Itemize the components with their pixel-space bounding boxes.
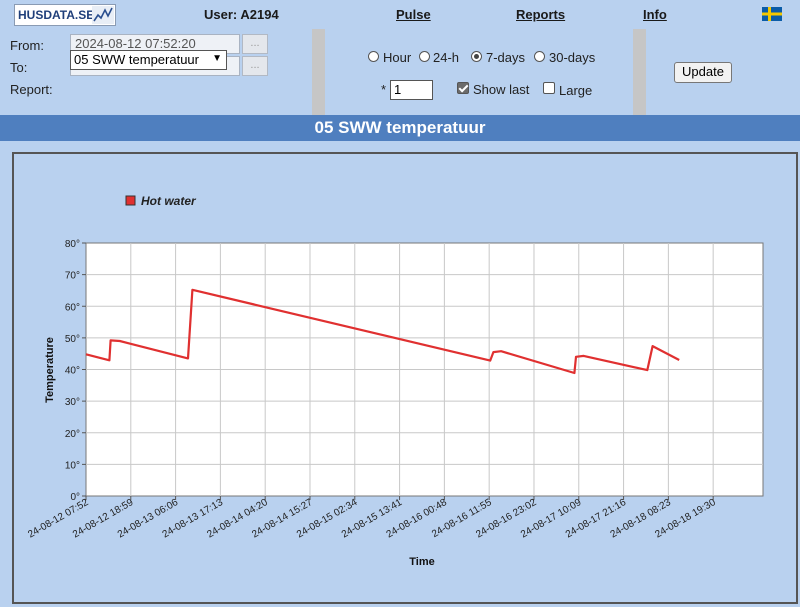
- temperature-chart: Hot water 0°10°20°30°40°50°60°70°80° 24-…: [26, 194, 764, 568]
- from-label: From:: [10, 38, 44, 53]
- husdata-logo[interactable]: HUSDATA.SE: [14, 4, 116, 26]
- report-select-value: 05 SWW temperatuur: [74, 52, 199, 67]
- show-last-checkbox[interactable]: [457, 82, 469, 94]
- update-button[interactable]: Update: [674, 62, 732, 83]
- separator: [312, 29, 325, 115]
- period-hour-radio[interactable]: [368, 51, 379, 62]
- multiplier-symbol: *: [381, 82, 387, 97]
- chart-legend: Hot water: [125, 194, 197, 208]
- y-tick-label: 80°: [65, 239, 80, 250]
- from-picker-button[interactable]: ...: [242, 34, 268, 54]
- report-select[interactable]: 05 SWW temperatuur ▼: [70, 50, 227, 70]
- report-label: Report:: [10, 82, 53, 97]
- period-controls: [325, 29, 633, 115]
- period-24h-radio[interactable]: [419, 51, 430, 62]
- date-controls: From: 2024-08-12 07:52:20 ... To: 2024-0…: [0, 29, 312, 115]
- nav-pulse-link[interactable]: Pulse: [396, 7, 431, 22]
- chevron-down-icon: ▼: [212, 53, 222, 64]
- period-30days-radio[interactable]: [534, 51, 545, 62]
- top-bar: HUSDATA.SE User: A2194 Pulse Reports Inf…: [0, 0, 800, 29]
- period-30days-label[interactable]: 30-days: [549, 50, 595, 65]
- period-7days-radio[interactable]: [471, 51, 482, 62]
- x-axis: 24-08-12 07:5224-08-12 18:5924-08-13 06:…: [26, 496, 718, 541]
- show-last-label[interactable]: Show last: [473, 82, 529, 97]
- logo-text: HUSDATA.SE: [18, 8, 95, 22]
- y-tick-label: 30°: [65, 397, 80, 408]
- period-7days-label[interactable]: 7-days: [486, 50, 525, 65]
- period-hour-label[interactable]: Hour: [383, 50, 411, 65]
- y-tick-label: 20°: [65, 429, 80, 440]
- legend-swatch: [125, 195, 136, 206]
- period-24h-label[interactable]: 24-h: [433, 50, 459, 65]
- swedish-flag-icon[interactable]: [762, 7, 782, 21]
- y-tick-label: 70°: [65, 271, 80, 282]
- show-last-count-input[interactable]: 1: [390, 80, 433, 100]
- y-tick-label: 40°: [65, 366, 80, 377]
- y-axis-label: Temperature: [44, 337, 56, 403]
- y-tick-label: 10°: [65, 460, 80, 471]
- x-axis-label: Time: [409, 556, 434, 568]
- y-tick-label: 50°: [65, 334, 80, 345]
- user-label: User: A2194: [204, 7, 279, 22]
- nav-reports-link[interactable]: Reports: [516, 7, 565, 22]
- large-label[interactable]: Large: [559, 83, 592, 98]
- nav-info-link[interactable]: Info: [643, 7, 667, 22]
- large-checkbox[interactable]: [543, 82, 555, 94]
- report-title: 05 SWW temperatuur: [0, 115, 800, 141]
- to-picker-button[interactable]: ...: [242, 56, 268, 76]
- y-tick-label: 60°: [65, 302, 80, 313]
- chart-panel: Hot water 0° 10° 20° 30° 40° 50° 60° 70° 80° 24-…: [12, 152, 798, 604]
- y-axis: 0°10°20°30°40°50°60°70°80°: [65, 239, 86, 503]
- separator: [633, 29, 646, 115]
- to-label: To:: [10, 60, 28, 75]
- logo-graph-icon: [92, 6, 114, 24]
- legend-label: Hot water: [141, 194, 197, 208]
